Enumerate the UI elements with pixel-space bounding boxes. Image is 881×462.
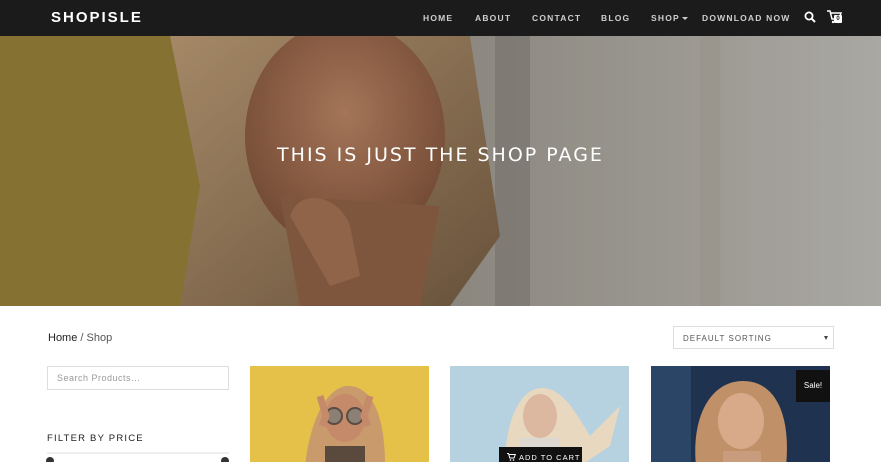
chevron-down-icon: [824, 336, 828, 340]
breadcrumb-current: Shop: [86, 332, 113, 344]
breadcrumb: Home / Shop: [48, 332, 112, 344]
sale-badge: Sale!: [796, 370, 830, 402]
nav-download-now[interactable]: DOWNLOAD NOW: [702, 13, 791, 23]
hero-banner: THIS IS JUST THE SHOP PAGE: [0, 36, 881, 306]
nav-blog[interactable]: BLOG: [601, 13, 630, 23]
cart-count-badge: 0: [834, 15, 842, 23]
sorting-selected-label: DEFAULT SORTING: [683, 334, 772, 343]
nav-contact[interactable]: CONTACT: [532, 13, 581, 23]
price-slider-max-handle[interactable]: [221, 457, 229, 462]
breadcrumb-separator: /: [77, 332, 87, 344]
cart-icon: [507, 453, 517, 461]
nav-shop[interactable]: SHOP: [651, 13, 688, 23]
add-to-cart-button[interactable]: ADD TO CART: [499, 447, 582, 462]
page-title: THIS IS JUST THE SHOP PAGE: [277, 144, 604, 166]
nav-home[interactable]: HOME: [423, 13, 453, 23]
hero-image: [0, 36, 881, 306]
chevron-down-icon: [681, 17, 688, 21]
price-slider-track[interactable]: [47, 452, 229, 462]
price-slider-min-handle[interactable]: [46, 457, 54, 462]
sorting-select[interactable]: DEFAULT SORTING: [673, 326, 834, 349]
product-card[interactable]: [250, 366, 429, 462]
filter-by-price-title: FILTER BY PRICE: [47, 433, 144, 444]
add-to-cart-label: ADD TO CART: [519, 453, 581, 462]
nav-shop-label: SHOP: [651, 13, 680, 23]
search-icon[interactable]: [804, 11, 816, 23]
nav-about[interactable]: ABOUT: [475, 13, 511, 23]
site-logo[interactable]: SHOPISLE: [51, 9, 143, 26]
breadcrumb-home-link[interactable]: Home: [48, 332, 77, 344]
product-search-input[interactable]: [47, 366, 229, 390]
product-image: [250, 366, 429, 462]
site-header: SHOPISLE HOME ABOUT CONTACT BLOG SHOP DO…: [0, 0, 881, 36]
